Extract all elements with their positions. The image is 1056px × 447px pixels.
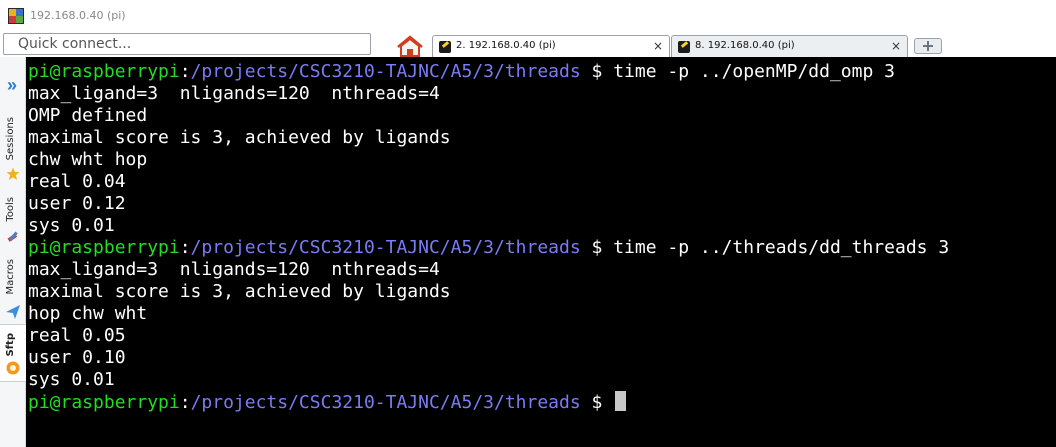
sftp-tab[interactable]: Sftp xyxy=(0,324,26,382)
terminal-output-line: max_ligand=3 nligands=120 nthreads=4 xyxy=(28,259,440,280)
terminal-session-icon xyxy=(678,41,690,53)
command-text: time -p ../threads/dd_threads 3 xyxy=(613,237,950,258)
sidebar-item-tools[interactable]: Tools xyxy=(5,197,16,222)
terminal-output-line: hop chw wht xyxy=(28,303,148,324)
terminal-prompt-line: pi@raspberrypi:/projects/CSC3210-TAJNC/A… xyxy=(28,237,950,258)
window-title: 192.168.0.40 (pi) xyxy=(30,9,126,22)
tab-session-2[interactable]: 2. 192.168.0.40 (pi) × xyxy=(432,35,670,57)
tab-session-8[interactable]: 8. 192.168.0.40 (pi) × xyxy=(671,35,908,57)
chevron-right-icon[interactable]: » xyxy=(7,76,17,94)
quick-connect-input[interactable] xyxy=(4,34,370,54)
side-panel: » Sessions Tools Macros Sftp xyxy=(0,57,26,447)
mobaxterm-app-icon xyxy=(8,8,24,24)
tab-close-icon[interactable]: × xyxy=(653,39,663,53)
terminal-output-line: OMP defined xyxy=(28,105,148,126)
new-tab-button[interactable] xyxy=(914,38,942,54)
terminal-prompt-line: pi@raspberrypi:/projects/CSC3210-TAJNC/A… xyxy=(28,391,627,413)
terminal-output-line: maximal score is 3, achieved by ligands xyxy=(28,127,451,148)
tab-label: 8. 192.168.0.40 (pi) xyxy=(695,40,795,51)
terminal-output-line: user 0.12 xyxy=(28,193,126,214)
sftp-icon xyxy=(6,361,20,375)
terminal-prompt-line: pi@raspberrypi:/projects/CSC3210-TAJNC/A… xyxy=(28,61,895,82)
sidebar-item-macros[interactable]: Macros xyxy=(5,259,16,294)
sidebar-item-sessions[interactable]: Sessions xyxy=(5,117,16,160)
title-bar: 192.168.0.40 (pi) xyxy=(0,0,1056,32)
tab-close-icon[interactable]: × xyxy=(891,39,901,53)
terminal-output-line: chw wht hop xyxy=(28,149,148,170)
terminal-output-line: maximal score is 3, achieved by ligands xyxy=(28,281,451,302)
terminal-output-line: max_ligand=3 nligands=120 nthreads=4 xyxy=(28,83,440,104)
sidebar-item-sftp[interactable]: Sftp xyxy=(5,333,16,357)
command-text: time -p ../openMP/dd_omp 3 xyxy=(613,61,895,82)
terminal-session-icon xyxy=(439,41,451,53)
tools-icon xyxy=(7,231,18,242)
terminal-output-line: real 0.05 xyxy=(28,325,126,346)
paper-plane-icon xyxy=(6,305,20,319)
terminal-output-line: sys 0.01 xyxy=(28,215,115,236)
terminal-output-line: real 0.04 xyxy=(28,171,126,192)
terminal-area[interactable]: pi@raspberrypi:/projects/CSC3210-TAJNC/A… xyxy=(26,57,1056,447)
terminal-output-line: sys 0.01 xyxy=(28,369,115,390)
home-tab-icon[interactable] xyxy=(394,35,426,57)
terminal-cursor xyxy=(615,391,627,411)
tab-label: 2. 192.168.0.40 (pi) xyxy=(456,40,556,51)
quick-connect-box[interactable] xyxy=(3,33,371,55)
tab-strip: 2. 192.168.0.40 (pi) × 8. 192.168.0.40 (… xyxy=(380,33,1056,57)
terminal-output-line: user 0.10 xyxy=(28,347,126,368)
star-icon xyxy=(6,167,20,180)
